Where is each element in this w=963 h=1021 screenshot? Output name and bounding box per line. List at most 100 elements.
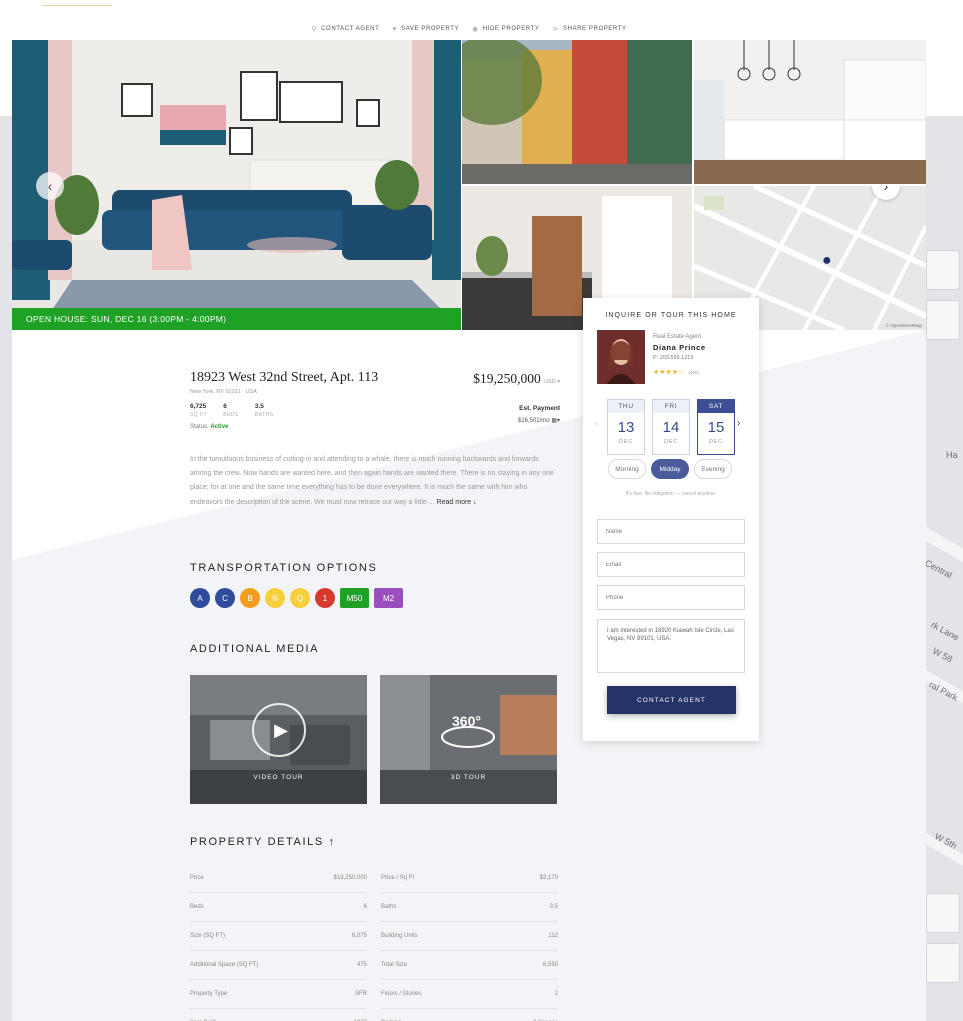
- agent-name[interactable]: Diana Prince: [653, 343, 706, 352]
- agent-rating: ★★★★☆ (460): [653, 368, 706, 376]
- detail-label: Property Type: [190, 991, 228, 997]
- living-room-photo[interactable]: ‹ OPEN HOUSE: SUN, DEC 16 (3:00PM - 4:00…: [12, 40, 461, 330]
- logo: [42, 0, 112, 6]
- detail-value: 475: [356, 962, 367, 968]
- chevron-left-icon: ‹: [47, 178, 53, 194]
- phone-field[interactable]: [597, 585, 745, 610]
- calculator-icon: ▦▾: [551, 418, 560, 424]
- day-name: FRI: [653, 400, 689, 413]
- share-property-label: SHARE PROPERTY: [562, 26, 627, 32]
- arrow-up-icon: ↑: [328, 836, 336, 848]
- time-option-evening[interactable]: Evening: [694, 459, 732, 479]
- map-credit: © OpenStreetMap: [885, 323, 922, 328]
- save-property-label: SAVE PROPERTY: [401, 26, 460, 32]
- name-field[interactable]: [597, 519, 745, 544]
- details-row: Building Units 112: [381, 922, 558, 951]
- listing-page: ⚲ CONTACT AGENT ♥ SAVE PROPERTY ◉ HIDE PROP…: [12, 0, 926, 1021]
- detail-label: Price: [190, 875, 204, 881]
- property-details-title[interactable]: PROPERTY DETAILS ↑: [190, 836, 558, 848]
- detail-label: Size (SQ FT): [190, 933, 226, 939]
- spec-beds: 6 BEDS: [223, 403, 239, 418]
- inquiry-title: INQUIRE OR TOUR THIS HOME: [605, 312, 737, 319]
- hide-property-label: HIDE PROPERTY: [482, 26, 540, 32]
- 3d-tour-card[interactable]: 360° 3D TOUR: [380, 675, 557, 804]
- transit-badge[interactable]: C: [215, 588, 235, 608]
- details-row: Size (SQ FT) 6,075: [190, 922, 367, 951]
- transportation-title: TRANSPORTATION OPTIONS: [190, 562, 378, 574]
- kitchen-photo[interactable]: [694, 40, 926, 184]
- gallery-prev-button[interactable]: ‹: [36, 172, 64, 200]
- est-payment-amount: $16,501/mo: [517, 418, 550, 424]
- save-property-link[interactable]: ♥ SAVE PROPERTY: [392, 26, 459, 33]
- description-text: In the tumultuous business of cutting-in…: [190, 456, 554, 506]
- details-row: Beds 6: [190, 893, 367, 922]
- price-value: $19,250,000: [473, 371, 541, 386]
- share-icon: ⋗: [552, 26, 559, 33]
- hide-property-link[interactable]: ◉ HIDE PROPERTY: [472, 25, 539, 33]
- detail-label: Price / Sq Ft: [381, 875, 415, 881]
- star-icons: ★★★★☆: [653, 369, 685, 376]
- map-label: Ha: [946, 450, 958, 460]
- currency-select[interactable]: USD ▾: [544, 379, 560, 385]
- detail-value: 6,550: [542, 962, 558, 968]
- spec-value: 3.5: [254, 403, 264, 410]
- map-zoom-button[interactable]: [926, 250, 960, 290]
- est-payment-value[interactable]: $16,501/mo ▦▾: [518, 417, 560, 424]
- contact-agent-button[interactable]: CONTACT AGENT: [607, 686, 736, 714]
- share-property-link[interactable]: ⋗ SHARE PROPERTY: [553, 25, 627, 33]
- transit-badge[interactable]: B: [240, 588, 260, 608]
- chevron-right-icon[interactable]: ›: [737, 418, 740, 429]
- spec-value: 6,725: [190, 403, 207, 410]
- photo-gallery: ‹ OPEN HOUSE: SUN, DEC 16 (3:00PM - 4:00…: [12, 40, 926, 330]
- status-badge: Active: [210, 424, 229, 430]
- agent-phone[interactable]: P: 203.555.1213: [653, 355, 706, 361]
- property-details-section: PROPERTY DETAILS ↑ Price $19,250,000 Price…: [190, 836, 558, 1021]
- inquiry-panel: INQUIRE OR TOUR THIS HOME Real Estate Ag…: [583, 298, 759, 741]
- property-toolbar: ⚲ CONTACT AGENT ♥ SAVE PROPERTY ◉ HIDE PROP…: [12, 18, 926, 40]
- day-option-thu[interactable]: THU 13 DEC: [607, 399, 645, 455]
- property-specs: 6,725 SQ FT 6 BEDS 3.5 BATHS: [190, 403, 560, 418]
- transit-badge[interactable]: Q: [290, 588, 310, 608]
- contact-agent-link[interactable]: ⚲ CONTACT AGENT: [311, 25, 379, 33]
- chevron-right-icon: ›: [883, 186, 889, 194]
- detail-value: SFR: [355, 991, 367, 997]
- detail-value: 2: [554, 991, 558, 997]
- spec-value: 6: [223, 403, 227, 410]
- review-count: (460): [688, 370, 699, 375]
- message-field[interactable]: I am interested in 18920 Kiawah Isle Cir…: [597, 619, 745, 673]
- day-option-fri[interactable]: FRI 14 DEC: [652, 399, 690, 455]
- detail-label: Baths: [381, 904, 397, 910]
- status-label: Status:: [190, 424, 209, 430]
- video-tour-card[interactable]: ▶ VIDEO TOUR: [190, 675, 367, 804]
- details-row: Total Size 6,550: [381, 951, 558, 980]
- app-root: Central W 58 ral Park W 5th rk Lane Ha ⚲…: [0, 0, 963, 1021]
- detail-value: $3,170: [539, 875, 558, 881]
- map-control-button[interactable]: [926, 943, 960, 983]
- detail-label: Floors / Stories: [381, 991, 422, 997]
- time-of-day-picker: Morning Midday Evening: [608, 459, 732, 479]
- no-obligation-note: It's free. No obligation — cancel anytim…: [625, 491, 717, 497]
- day-option-sat[interactable]: SAT 15 DEC: [697, 399, 735, 455]
- transit-badge[interactable]: A: [190, 588, 210, 608]
- chevron-left-icon[interactable]: ‹: [595, 418, 598, 429]
- time-option-morning[interactable]: Morning: [608, 459, 646, 479]
- 3d-tour-label: 3D TOUR: [450, 774, 487, 781]
- transit-badges: A C B N Q 1 M50 M2: [190, 588, 403, 608]
- video-tour-label: VIDEO TOUR: [253, 774, 304, 781]
- property-price: $19,250,000 USD ▾: [473, 371, 560, 387]
- map-zoom-button[interactable]: [926, 300, 960, 340]
- detail-value: 6: [363, 904, 367, 910]
- transit-badge[interactable]: M50: [340, 588, 369, 608]
- detail-label: Additional Space (SQ FT): [190, 962, 259, 968]
- email-field[interactable]: [597, 552, 745, 577]
- time-option-midday[interactable]: Midday: [651, 459, 689, 479]
- transit-badge[interactable]: 1: [315, 588, 335, 608]
- transit-badge[interactable]: N: [265, 588, 285, 608]
- map-control-button[interactable]: [926, 893, 960, 933]
- details-row: Year Built1937: [190, 1009, 367, 1021]
- transit-badge[interactable]: M2: [374, 588, 403, 608]
- transportation-section: TRANSPORTATION OPTIONS A C B N Q 1 M50 M2: [190, 562, 403, 608]
- street-photo[interactable]: [462, 40, 692, 184]
- read-more-link[interactable]: Read more ↓: [437, 499, 477, 506]
- day-date: 15: [707, 419, 725, 436]
